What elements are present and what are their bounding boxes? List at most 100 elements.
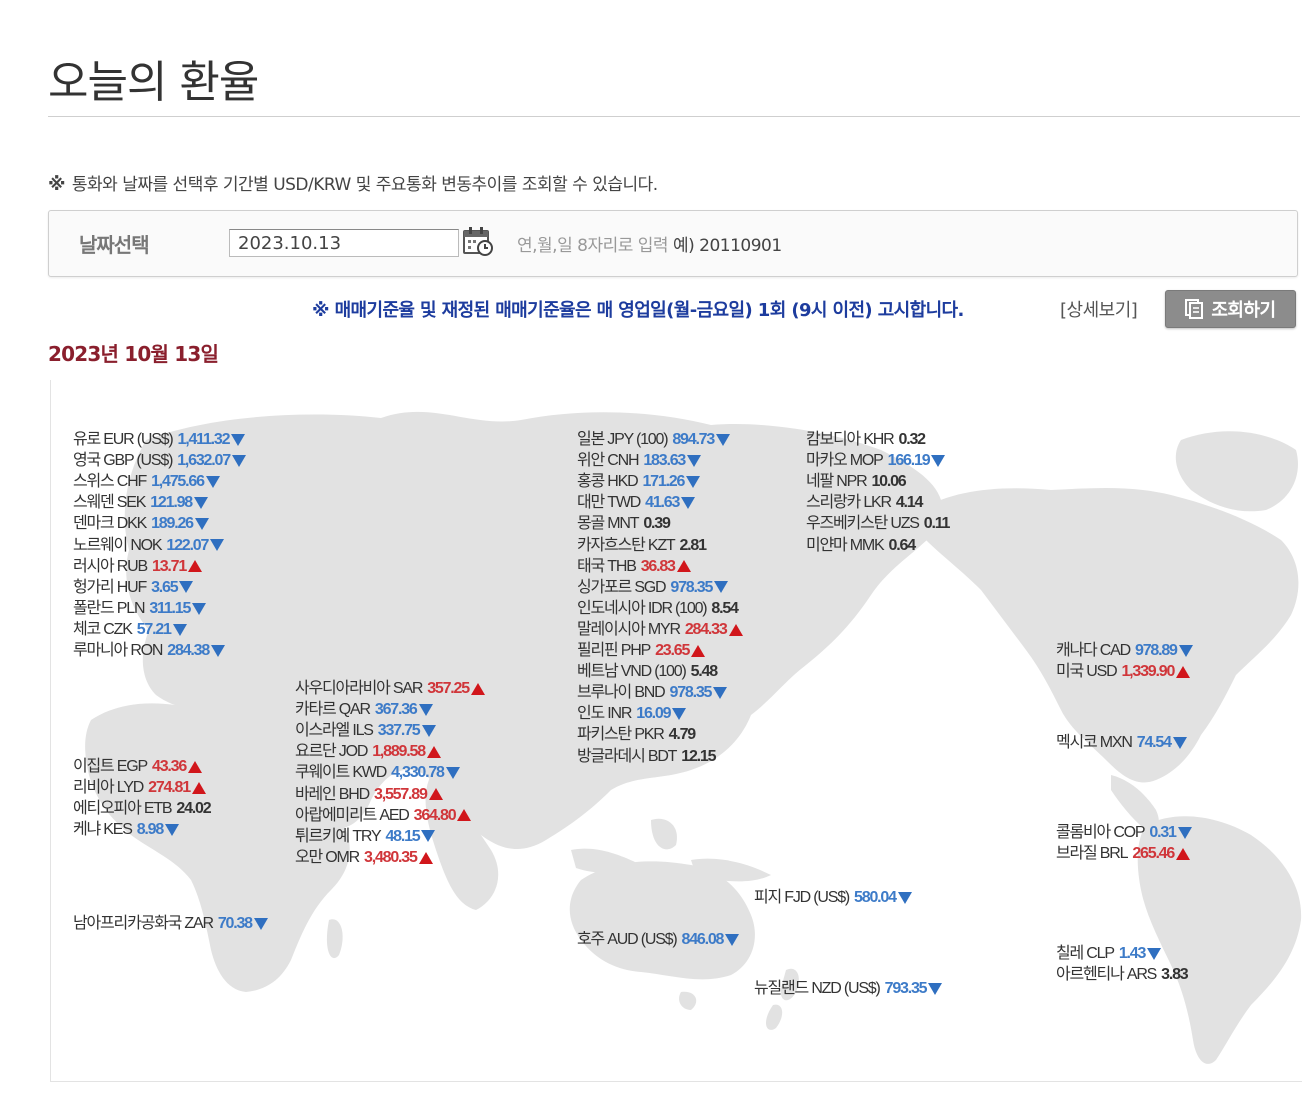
currency-rate-row[interactable]: 노르웨이 NOK 122.07 (73, 535, 225, 556)
currency-rate-row[interactable]: 마카오 MOP 166.19 (806, 450, 946, 471)
currency-rate-row[interactable]: 캐나다 CAD 978.89 (1056, 640, 1193, 661)
currency-rate-row[interactable]: 러시아 RUB 13.71 (73, 556, 203, 577)
down-arrow-icon (672, 708, 687, 721)
currency-value: 36.83 (640, 557, 676, 575)
currency-rate-row[interactable]: 에티오피아 ETB 24.02 (73, 798, 212, 819)
currency-rate-row[interactable]: 유로 EUR (US$) 1,411.32 (73, 429, 246, 450)
down-arrow-icon (716, 433, 731, 446)
currency-rate-row[interactable]: 몽골 MNT 0.39 (577, 513, 671, 534)
detail-link[interactable]: [상세보기] (1060, 296, 1138, 322)
world-rate-map: 유로 EUR (US$) 1,411.32 영국 GBP (US$) 1,632.07… (50, 380, 1302, 1082)
currency-name: 브라질 BRL (1056, 845, 1129, 863)
currency-rate-row[interactable]: 우즈베키스탄 UZS 0.11 (806, 513, 950, 534)
currency-rate-row[interactable]: 이집트 EGP 43.36 (73, 756, 203, 777)
up-arrow-icon (418, 851, 433, 864)
currency-value: 311.15 (149, 599, 191, 617)
down-arrow-icon (681, 497, 696, 510)
currency-name: 베트남 VND (100) (577, 663, 687, 681)
currency-rate-row[interactable]: 쿠웨이트 KWD 4,330.78 (295, 762, 460, 783)
date-heading-year-unit: 년 (100, 342, 119, 366)
currency-rate-row[interactable]: 오만 OMR 3,480.35 (295, 847, 433, 868)
currency-rate-row[interactable]: 콜롬비아 COP 0.31 (1056, 822, 1192, 843)
currency-rate-row[interactable]: 대만 TWD 41.63 (577, 492, 696, 513)
currency-rate-row[interactable]: 네팔 NPR 10.06 (806, 471, 907, 492)
currency-name: 체코 CZK (73, 620, 133, 638)
currency-rate-row[interactable]: 싱가포르 SGD 978.35 (577, 577, 729, 598)
currency-rate-row[interactable]: 브라질 BRL 265.46 (1056, 843, 1191, 864)
currency-value: 48.15 (385, 827, 420, 845)
currency-rate-row[interactable]: 요르단 JOD 1,889.58 (295, 741, 441, 762)
down-arrow-icon (1147, 947, 1162, 960)
currency-name: 홍콩 HKD (577, 473, 639, 491)
date-input-hint: 연,월,일 8자리로 입력 예) 20110901 (517, 231, 782, 256)
currency-name: 이스라엘 ILS (295, 722, 374, 740)
currency-rate-row[interactable]: 피지 FJD (US$) 580.04 (754, 887, 912, 908)
currency-value: 171.26 (642, 473, 685, 491)
currency-name: 이집트 EGP (73, 758, 148, 775)
currency-rate-row[interactable]: 폴란드 PLN 311.15 (73, 598, 207, 619)
currency-value: 189.26 (151, 515, 194, 533)
currency-rate-row[interactable]: 캄보디아 KHR 0.32 (806, 429, 926, 450)
currency-rate-row[interactable]: 인도 INR 16.09 (577, 703, 687, 724)
currency-rate-row[interactable]: 방글라데시 BDT 12.15 (577, 746, 716, 767)
currency-value: 8.54 (711, 599, 739, 617)
currency-rate-row[interactable]: 루마니아 RON 284.38 (73, 640, 226, 661)
currency-rate-row[interactable]: 사우디아라비아 SAR 357.25 (295, 678, 485, 699)
currency-rate-row[interactable]: 케냐 KES 8.98 (73, 819, 180, 840)
currency-name: 남아프리카공화국 ZAR (73, 915, 214, 932)
currency-name: 루마니아 RON (73, 642, 163, 659)
currency-rate-row[interactable]: 멕시코 MXN 74.54 (1056, 732, 1187, 753)
currency-rate-row[interactable]: 필리핀 PHP 23.65 (577, 640, 706, 661)
currency-rate-row[interactable]: 호주 AUD (US$) 846.08 (577, 929, 740, 950)
currency-name: 바레인 BHD (295, 785, 370, 803)
up-arrow-icon (188, 760, 203, 773)
currency-rate-row[interactable]: 위안 CNH 183.63 (577, 450, 702, 471)
currency-rate-row[interactable]: 리비아 LYD 274.81 (73, 777, 206, 798)
currency-rate-row[interactable]: 칠레 CLP 1.43 (1056, 943, 1162, 964)
currency-name: 대만 TWD (577, 494, 641, 512)
currency-rate-row[interactable]: 튀르키예 TRY 48.15 (295, 826, 436, 847)
currency-rate-row[interactable]: 남아프리카공화국 ZAR 70.38 (73, 913, 268, 934)
date-hint-example: 예) 20110901 (672, 236, 782, 256)
currency-rate-row[interactable]: 미얀마 MMK 0.64 (806, 535, 916, 556)
currency-rate-row[interactable]: 헝가리 HUF 3.65 (73, 577, 194, 598)
currency-rate-row[interactable]: 덴마크 DKK 189.26 (73, 513, 209, 534)
calendar-icon[interactable] (462, 225, 494, 257)
currency-rate-row[interactable]: 체코 CZK 57.21 (73, 619, 187, 640)
currency-rate-row[interactable]: 아르헨티나 ARS 3.83 (1056, 964, 1189, 985)
currency-rate-row[interactable]: 스리랑카 LKR 4.14 (806, 492, 924, 513)
currency-rate-row[interactable]: 파키스탄 PKR 4.79 (577, 724, 696, 745)
currency-name: 덴마크 DKK (73, 515, 147, 533)
currency-rate-row[interactable]: 뉴질랜드 NZD (US$) 793.35 (754, 978, 943, 999)
currency-rate-row[interactable]: 스웨덴 SEK 121.98 (73, 492, 208, 513)
currency-rate-row[interactable]: 영국 GBP (US$) 1,632.07 (73, 450, 246, 471)
currency-value: 337.75 (377, 722, 421, 740)
currency-rate-row[interactable]: 베트남 VND (100) 5.48 (577, 661, 718, 682)
currency-rate-row[interactable]: 바레인 BHD 3,557.89 (295, 784, 443, 805)
currency-rate-row[interactable]: 미국 USD 1,339.90 (1056, 661, 1191, 682)
currency-rate-row[interactable]: 아랍에미리트 AED 364.80 (295, 805, 472, 826)
currency-value: 274.81 (148, 779, 191, 797)
currency-rate-row[interactable]: 이스라엘 ILS 337.75 (295, 720, 436, 741)
down-arrow-icon (445, 767, 460, 780)
currency-value: 284.33 (684, 620, 728, 638)
down-arrow-icon (1172, 736, 1187, 749)
currency-name: 폴란드 PLN (73, 599, 146, 617)
query-button[interactable]: 조회하기 (1165, 290, 1296, 328)
currency-rate-row[interactable]: 인도네시아 IDR (100) 8.54 (577, 598, 739, 619)
date-heading-day-unit: 일 (200, 342, 219, 366)
currency-rate-row[interactable]: 말레이시아 MYR 284.33 (577, 619, 743, 640)
currency-rate-row[interactable]: 카자흐스탄 KZT 2.81 (577, 535, 707, 556)
currency-rate-row[interactable]: 홍콩 HKD 171.26 (577, 471, 701, 492)
currency-rate-row[interactable]: 카타르 QAR 367.36 (295, 699, 433, 720)
currency-rate-row[interactable]: 일본 JPY (100) 894.73 (577, 429, 731, 450)
date-input[interactable] (229, 229, 459, 257)
down-arrow-icon (172, 623, 187, 636)
up-arrow-icon (191, 781, 206, 794)
currency-rate-row[interactable]: 브루나이 BND 978.35 (577, 682, 728, 703)
date-heading-year: 2023 (48, 342, 101, 366)
currency-value: 4.14 (895, 494, 924, 512)
currency-rate-row[interactable]: 스위스 CHF 1,475.66 (73, 471, 220, 492)
currency-rate-row[interactable]: 태국 THB 36.83 (577, 556, 691, 577)
down-arrow-icon (193, 497, 208, 510)
